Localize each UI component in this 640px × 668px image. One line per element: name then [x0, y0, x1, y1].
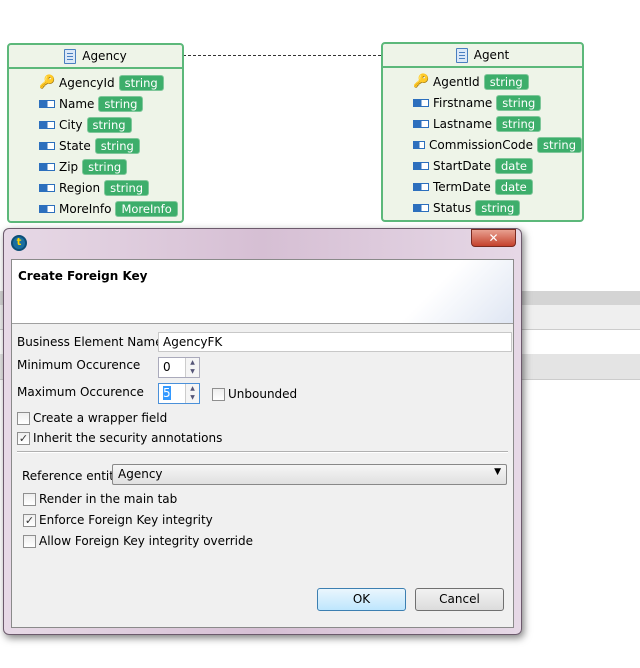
field-type-badge: string — [98, 95, 144, 112]
maximum-occurence-spinner[interactable]: 5 ▲ ▼ — [158, 383, 200, 404]
field-type-badge: string — [94, 137, 140, 154]
unbounded-checkbox[interactable] — [212, 388, 225, 401]
inherit-checkbox[interactable]: ✓ — [17, 432, 30, 445]
entity-field[interactable]: 🔑 AgentId string — [413, 71, 582, 92]
entity-field[interactable]: Status string — [413, 197, 582, 218]
minimum-occurence-spinner[interactable]: 0 ▲ ▼ — [158, 357, 200, 378]
field-name: Lastname — [433, 116, 493, 131]
field-type-badge: string — [104, 179, 150, 196]
entity-field[interactable]: City string — [39, 114, 182, 135]
spinner-arrows-icon[interactable]: ▲ ▼ — [185, 384, 199, 403]
field-icon — [413, 140, 426, 149]
entity-field[interactable]: 🔑 AgencyId string — [39, 72, 182, 93]
separator — [17, 451, 508, 453]
key-icon: 🔑 — [39, 75, 56, 90]
field-icon — [39, 204, 55, 213]
field-type-badge: MoreInfo — [115, 200, 178, 217]
field-name: AgencyId — [59, 75, 115, 90]
field-type-badge: string — [86, 116, 132, 133]
entity-agency[interactable]: Agency 🔑 AgencyId string Name string City stri… — [7, 43, 184, 223]
entity-title: Agency — [82, 49, 127, 63]
minimum-occurence-label: Minimum Occurence — [17, 358, 141, 372]
field-name: State — [59, 138, 91, 153]
field-name: Name — [59, 96, 95, 111]
entity-field[interactable]: CommissionCode string — [413, 134, 582, 155]
field-icon — [39, 141, 55, 150]
unbounded-label: Unbounded — [228, 387, 298, 401]
entity-field[interactable]: Firstname string — [413, 92, 582, 113]
business-element-name-label: Business Element Name — [17, 335, 163, 349]
maximum-occurence-label: Maximum Occurence — [17, 385, 144, 399]
field-icon — [413, 182, 429, 191]
max-value: 5 — [163, 386, 171, 400]
close-button[interactable]: ✕ — [471, 229, 516, 247]
field-icon — [39, 99, 55, 108]
field-icon — [413, 98, 429, 107]
field-name: Status — [433, 200, 472, 215]
reference-entity-select[interactable]: Agency ▼ — [112, 464, 507, 485]
inherit-label: Inherit the security annotations — [33, 431, 223, 445]
entity-field[interactable]: Region string — [39, 177, 182, 198]
enforce-label: Enforce Foreign Key integrity — [39, 513, 213, 527]
field-name: MoreInfo — [59, 201, 112, 216]
entity-field[interactable]: TermDate date — [413, 176, 582, 197]
business-element-name-input[interactable]: AgencyFK — [158, 332, 512, 352]
entity-title: Agent — [473, 48, 510, 62]
min-value: 0 — [163, 360, 171, 374]
field-type-badge: string — [82, 158, 128, 175]
entity-field[interactable]: StartDate date — [413, 155, 582, 176]
field-type-badge: string — [118, 74, 164, 91]
field-type-badge: string — [496, 115, 542, 132]
field-type-badge: string — [483, 73, 529, 90]
field-name: TermDate — [433, 179, 491, 194]
dialog-header: Create Foreign Key — [12, 260, 513, 324]
selected-value: Agency — [118, 467, 163, 481]
cancel-button[interactable]: Cancel — [415, 588, 504, 611]
entity-field[interactable]: State string — [39, 135, 182, 156]
entity-agent[interactable]: Agent 🔑 AgentId string Firstname string Lastn… — [381, 42, 584, 222]
spinner-arrows-icon[interactable]: ▲ ▼ — [185, 358, 199, 377]
field-icon — [39, 183, 55, 192]
wrapper-label: Create a wrapper field — [33, 411, 168, 425]
entity-field[interactable]: Lastname string — [413, 113, 582, 134]
field-name: Zip — [59, 159, 79, 174]
allow-override-checkbox[interactable] — [23, 535, 36, 548]
allow-override-label: Allow Foreign Key integrity override — [39, 534, 254, 548]
reference-entity-label: Reference entity — [22, 469, 122, 483]
field-icon — [39, 162, 55, 171]
field-icon — [413, 119, 429, 128]
field-name: City — [59, 117, 83, 132]
render-checkbox[interactable] — [23, 493, 36, 506]
render-label: Render in the main tab — [39, 492, 178, 506]
field-type-badge: date — [495, 157, 533, 174]
wrapper-checkbox[interactable] — [17, 412, 30, 425]
field-name: CommissionCode — [429, 137, 533, 152]
field-name: Region — [59, 180, 101, 195]
ok-button[interactable]: OK — [317, 588, 406, 611]
field-icon — [413, 203, 429, 212]
field-type-badge: string — [496, 94, 542, 111]
field-type-badge: date — [494, 178, 533, 195]
create-foreign-key-dialog: t ✕ Create Foreign Key Business Element … — [3, 228, 522, 635]
entity-field[interactable]: MoreInfo MoreInfo — [39, 198, 182, 219]
document-icon — [64, 48, 77, 64]
relationship-line — [183, 55, 381, 56]
field-type-badge: string — [475, 199, 521, 216]
document-icon — [455, 47, 468, 63]
app-icon: t — [11, 235, 27, 251]
key-icon: 🔑 — [413, 74, 430, 89]
field-icon — [39, 120, 55, 129]
dropdown-arrow-icon: ▼ — [494, 467, 501, 477]
enforce-checkbox[interactable]: ✓ — [23, 514, 36, 527]
entity-field[interactable]: Name string — [39, 93, 182, 114]
entity-field[interactable]: Zip string — [39, 156, 182, 177]
field-name: Firstname — [433, 95, 493, 110]
field-type-badge: string — [536, 136, 582, 153]
field-name: AgentId — [433, 74, 480, 89]
field-name: StartDate — [433, 158, 491, 173]
dialog-title: Create Foreign Key — [18, 269, 148, 283]
field-icon — [413, 161, 429, 170]
